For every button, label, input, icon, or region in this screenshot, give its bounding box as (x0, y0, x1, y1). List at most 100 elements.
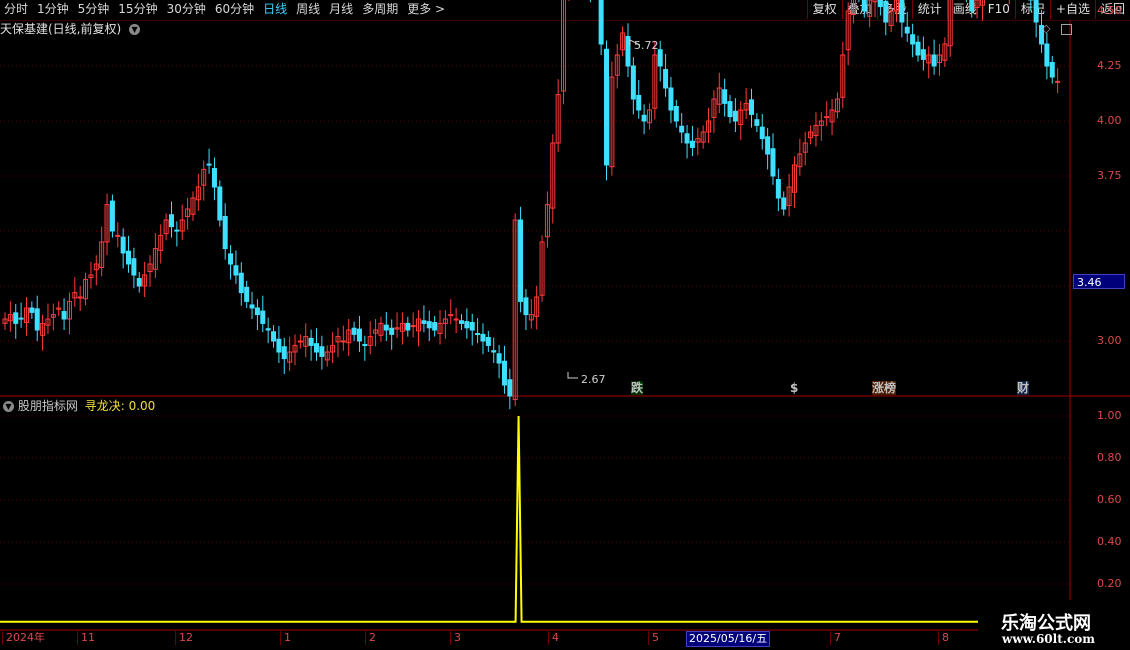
candle-body (910, 34, 916, 45)
candle-body (598, 0, 604, 45)
candle (620, 26, 626, 57)
candle-body (319, 346, 325, 357)
candle-body (206, 163, 212, 166)
candle (894, 0, 900, 22)
candle (706, 107, 712, 143)
candle (93, 255, 99, 286)
low-annotation: 2.67 (581, 373, 606, 386)
candle (700, 125, 706, 149)
candle (13, 304, 19, 339)
event-marker-finance[interactable]: 财 (1017, 381, 1030, 395)
candle (732, 98, 738, 132)
panel-toggle-icon[interactable] (1061, 24, 1072, 35)
candle-body (1044, 43, 1050, 67)
candle (254, 299, 260, 330)
candle-body (604, 48, 610, 166)
candle-body (453, 318, 459, 321)
candle (568, 0, 570, 1)
candle-body (238, 272, 244, 294)
candle (523, 289, 529, 330)
event-marker-dollar[interactable]: $ (790, 381, 798, 395)
candle (979, 0, 985, 21)
diamond-icon[interactable]: ◇ (1042, 22, 1054, 36)
candle (818, 112, 824, 141)
candle (142, 261, 148, 297)
candle (1044, 33, 1050, 80)
event-marker-down[interactable]: 跌 (631, 381, 644, 395)
candle-body (77, 296, 83, 299)
candle (66, 292, 72, 335)
candle-body (657, 49, 663, 67)
candle (808, 125, 814, 145)
candle (915, 35, 921, 62)
candle (362, 335, 368, 361)
date-tick-label: 3 (450, 631, 461, 645)
candle (625, 23, 631, 77)
event-marker-gainers[interactable]: 涨榜 (872, 381, 897, 395)
chevron-down-icon[interactable]: ▼ (129, 24, 141, 35)
candle (330, 332, 336, 363)
candle (485, 330, 491, 352)
candle (469, 313, 475, 346)
candle (211, 157, 217, 201)
date-tick-label: 1 (280, 631, 291, 645)
candle (308, 329, 314, 361)
candle-body (458, 320, 464, 324)
candle (931, 39, 937, 75)
chevron-down-icon[interactable]: ▼ (3, 401, 14, 412)
candle-body (518, 219, 524, 302)
candle-body (233, 265, 239, 276)
candle-body (174, 229, 180, 232)
candle-body (61, 311, 67, 320)
candle (845, 2, 851, 66)
candle (383, 311, 389, 341)
candle-body (684, 133, 690, 144)
current-price-tag: 3.46 (1073, 274, 1125, 289)
candle (512, 213, 518, 407)
candle-body (679, 125, 685, 133)
candle (179, 204, 185, 240)
candle (120, 228, 126, 269)
candle-body (222, 215, 228, 250)
candle (448, 299, 454, 325)
candle-body (211, 168, 217, 188)
candle-body (351, 327, 357, 335)
high-price-label: 5.72 (634, 39, 659, 52)
candle (663, 54, 669, 97)
candle (614, 44, 620, 89)
candle-body (421, 320, 427, 324)
candle (453, 308, 459, 334)
candle (335, 327, 341, 358)
indicator-tick-label: 0.40 (1097, 535, 1122, 548)
candle (249, 291, 255, 319)
candle-body (630, 65, 636, 100)
indicator-value: 0.00 (128, 399, 156, 413)
candle (904, 11, 910, 42)
candle-body (120, 236, 126, 254)
candle (458, 314, 464, 330)
candle-body (625, 36, 631, 67)
candle (271, 325, 277, 348)
candle (340, 325, 346, 351)
date-tick-label: 12 (175, 631, 193, 645)
kline-chart[interactable] (0, 0, 1130, 650)
candle-body (727, 101, 733, 118)
indicator-tick-label: 1.00 (1097, 409, 1122, 422)
candle (802, 132, 808, 166)
stock-title-text: 天保基建(日线,前复权) (0, 22, 122, 36)
date-tick-label: 7 (830, 631, 841, 645)
candle-body (1033, 0, 1039, 23)
candle (136, 271, 142, 293)
candle (45, 303, 51, 334)
indicator-tick-label: 0.20 (1097, 577, 1122, 590)
candle (410, 312, 416, 338)
candle (201, 160, 207, 201)
candle-body (265, 328, 271, 331)
candle-body (405, 322, 411, 331)
candle-body (770, 148, 776, 177)
candle-body (131, 258, 137, 276)
candle (544, 191, 550, 248)
candle-body (496, 353, 502, 364)
candle-body (109, 200, 115, 232)
candle (367, 321, 373, 355)
